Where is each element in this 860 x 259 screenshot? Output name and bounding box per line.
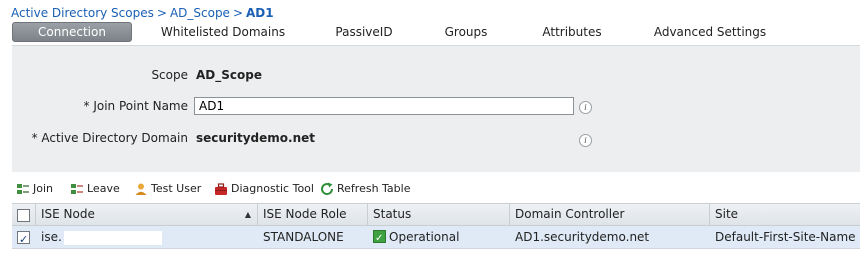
tab-whitelisted-domains[interactable]: Whitelisted Domains (158, 23, 288, 41)
refresh-table-button[interactable]: Refresh Table (320, 181, 410, 197)
select-all-checkbox[interactable] (17, 209, 30, 222)
tab-connection[interactable]: Connection (12, 22, 132, 42)
breadcrumb-separator: > (156, 6, 167, 20)
ise-node-value: ise. (41, 230, 62, 244)
column-header-ise-node-label: ISE Node (41, 207, 95, 221)
checkmark-icon: ✓ (19, 233, 29, 246)
join-point-label: * Join Point Name (83, 99, 188, 113)
leave-icon (70, 182, 84, 196)
toolbar: Join Leave Test User Diagnostic Tool Ref… (12, 178, 860, 200)
test-user-label: Test User (151, 182, 202, 195)
column-header-site[interactable]: Site (710, 204, 860, 225)
column-header-ise-node-role[interactable]: ISE Node Role (258, 204, 368, 225)
tab-advanced-settings[interactable]: Advanced Settings (648, 23, 772, 41)
tab-attributes[interactable]: Attributes (534, 23, 610, 41)
table-header: ISE Node ▲ ISE Node Role Status Domain C… (12, 203, 860, 226)
table-row[interactable]: ✓ ise. STANDALONE Operational AD1.securi… (12, 226, 860, 250)
tab-bar: Connection Whitelisted Domains PassiveID… (12, 22, 860, 42)
redacted-block (63, 230, 162, 245)
test-user-button[interactable]: Test User (134, 181, 201, 197)
tab-passiveid[interactable]: PassiveID (324, 23, 404, 41)
toolbox-icon (214, 182, 228, 196)
join-button[interactable]: Join (16, 181, 53, 197)
breadcrumb: Active Directory Scopes > AD_Scope > AD1 (11, 6, 274, 20)
join-label: Join (33, 182, 54, 195)
select-all-cell (12, 204, 36, 225)
refresh-table-label: Refresh Table (337, 182, 411, 195)
operational-status-icon (373, 228, 386, 250)
scope-value: AD_Scope (196, 68, 262, 82)
leave-label: Leave (87, 182, 120, 195)
scope-label: Scope (151, 68, 188, 82)
column-header-ise-node[interactable]: ISE Node ▲ (36, 204, 258, 225)
scope-row: Scope AD_Scope (12, 64, 860, 86)
ad-domain-info-icon[interactable]: i (579, 134, 592, 147)
status-value: Operational (389, 230, 460, 244)
refresh-icon (320, 182, 334, 196)
column-header-status[interactable]: Status (368, 204, 510, 225)
tab-groups[interactable]: Groups (436, 23, 496, 41)
column-header-domain-controller[interactable]: Domain Controller (510, 204, 710, 225)
join-point-info-icon[interactable]: i (579, 101, 592, 114)
breadcrumb-link-ad-scope[interactable]: AD_Scope (170, 6, 230, 20)
breadcrumb-current: AD1 (246, 6, 274, 20)
diagnostic-tool-label: Diagnostic Tool (231, 182, 314, 195)
domain-controller-cell: AD1.securitydemo.net (515, 230, 650, 244)
connection-form: Scope AD_Scope * Join Point Name i * Act… (12, 45, 860, 172)
breadcrumb-link-ad-scopes[interactable]: Active Directory Scopes (11, 6, 154, 20)
join-icon (16, 182, 30, 196)
ad-domain-value: securitydemo.net (196, 131, 315, 145)
sort-ascending-icon: ▲ (244, 210, 251, 219)
join-point-name-input[interactable] (194, 97, 574, 115)
user-icon (134, 182, 148, 196)
status-cell: Operational (368, 226, 510, 250)
row-checkbox[interactable]: ✓ (17, 231, 30, 246)
ad-domain-row: * Active Directory Domain securitydemo.n… (12, 127, 860, 149)
diagnostic-tool-button[interactable]: Diagnostic Tool (214, 181, 314, 197)
site-cell: Default-First-Site-Name (715, 230, 856, 244)
ise-node-role-cell: STANDALONE (263, 230, 344, 244)
leave-button[interactable]: Leave (70, 181, 120, 197)
join-point-row: * Join Point Name i (12, 95, 860, 117)
ad-domain-label: * Active Directory Domain (31, 131, 188, 145)
join-points-table: ISE Node ▲ ISE Node Role Status Domain C… (12, 203, 860, 250)
ise-node-cell: ise. (36, 226, 258, 248)
breadcrumb-separator: > (232, 6, 244, 20)
row-select-cell: ✓ (12, 226, 36, 248)
